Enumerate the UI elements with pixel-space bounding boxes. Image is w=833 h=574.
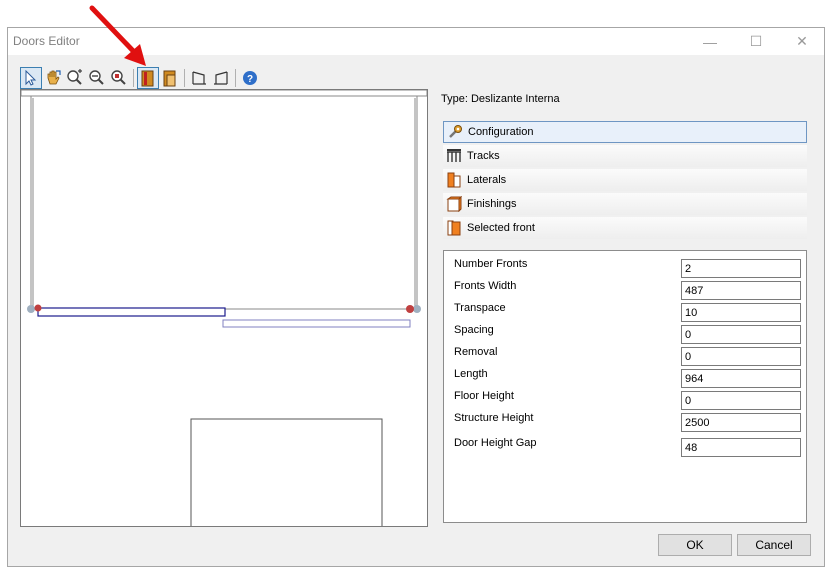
cancel-button[interactable]: Cancel	[737, 534, 811, 556]
zoom-out-icon[interactable]	[86, 67, 108, 89]
property-label: Transpace	[454, 302, 506, 314]
property-row: Fronts Width	[444, 280, 806, 300]
toolbar-separator	[184, 68, 185, 87]
door-front-icon[interactable]	[137, 66, 159, 89]
section-selected-front[interactable]: Selected front	[443, 217, 807, 239]
removal-input[interactable]	[681, 347, 801, 366]
section-laterals[interactable]: Laterals	[443, 169, 807, 191]
property-row: Door Height Gap	[444, 437, 806, 457]
ok-button[interactable]: OK	[658, 534, 732, 556]
door-height-gap-input[interactable]	[681, 438, 801, 457]
type-label: Type: Deslizante Interna	[441, 93, 560, 105]
property-label: Number Fronts	[454, 258, 528, 270]
select-icon[interactable]	[20, 66, 42, 89]
secondary-view	[190, 418, 383, 526]
right-track-end	[413, 305, 421, 313]
structure-height-input[interactable]	[681, 413, 801, 432]
svg-text:?: ?	[247, 74, 253, 85]
door-front-2[interactable]	[222, 319, 411, 328]
number-fronts-input[interactable]	[681, 259, 801, 278]
section-configuration[interactable]: Configuration	[443, 121, 807, 143]
laterals-icon	[445, 172, 463, 188]
tracks-icon	[445, 148, 463, 164]
left-handle	[34, 304, 42, 312]
minimize-button[interactable]: —	[687, 28, 733, 55]
property-row: Floor Height	[444, 390, 806, 410]
toolbar-separator	[235, 68, 236, 87]
maximize-button[interactable]: ☐	[733, 28, 779, 55]
property-label: Floor Height	[454, 390, 514, 402]
toolbar: ?	[20, 66, 261, 89]
property-label: Length	[454, 368, 488, 380]
property-label: Structure Height	[454, 412, 534, 424]
section-label: Laterals	[467, 174, 507, 186]
property-label: Door Height Gap	[454, 437, 537, 449]
section-label: Configuration	[468, 126, 534, 138]
length-input[interactable]	[681, 369, 801, 388]
properties-grid: Number Fronts Fronts Width Transpace Spa…	[443, 250, 807, 523]
door-preview-canvas[interactable]	[20, 89, 428, 527]
toolbar-separator	[133, 68, 134, 87]
transpace-input[interactable]	[681, 303, 801, 322]
zoom-extents-icon[interactable]	[108, 67, 130, 89]
property-row: Spacing	[444, 324, 806, 344]
property-row: Removal	[444, 346, 806, 366]
section-finishings[interactable]: Finishings	[443, 193, 807, 215]
property-label: Removal	[454, 346, 498, 358]
structure-top	[21, 90, 427, 97]
close-button[interactable]: ✕	[779, 28, 825, 55]
property-label: Fronts Width	[454, 280, 517, 292]
section-label: Finishings	[467, 198, 517, 210]
door-front-1[interactable]	[37, 307, 226, 317]
wrench-icon	[446, 124, 464, 140]
door-drawing	[21, 90, 427, 526]
pan-hand-icon[interactable]	[42, 67, 64, 89]
floor-height-input[interactable]	[681, 391, 801, 410]
left-track-end	[27, 305, 35, 313]
property-row: Transpace	[444, 302, 806, 322]
property-label: Spacing	[454, 324, 494, 336]
window-title: Doors Editor	[13, 34, 80, 48]
help-icon[interactable]: ?	[239, 67, 261, 89]
section-label: Selected front	[467, 222, 535, 234]
property-row: Structure Height	[444, 412, 806, 432]
open-right-icon[interactable]	[210, 67, 232, 89]
open-left-icon[interactable]	[188, 67, 210, 89]
selected-front-icon	[445, 220, 463, 236]
door-lateral-icon[interactable]	[159, 67, 181, 89]
property-row: Number Fronts	[444, 258, 806, 278]
section-label: Tracks	[467, 150, 500, 162]
right-handle	[406, 305, 414, 313]
zoom-in-icon[interactable]	[64, 67, 86, 89]
title-bar: Doors Editor — ☐ ✕	[8, 28, 824, 55]
section-tracks[interactable]: Tracks	[443, 145, 807, 167]
spacing-input[interactable]	[681, 325, 801, 344]
property-row: Length	[444, 368, 806, 388]
finishings-icon	[445, 196, 463, 212]
fronts-width-input[interactable]	[681, 281, 801, 300]
